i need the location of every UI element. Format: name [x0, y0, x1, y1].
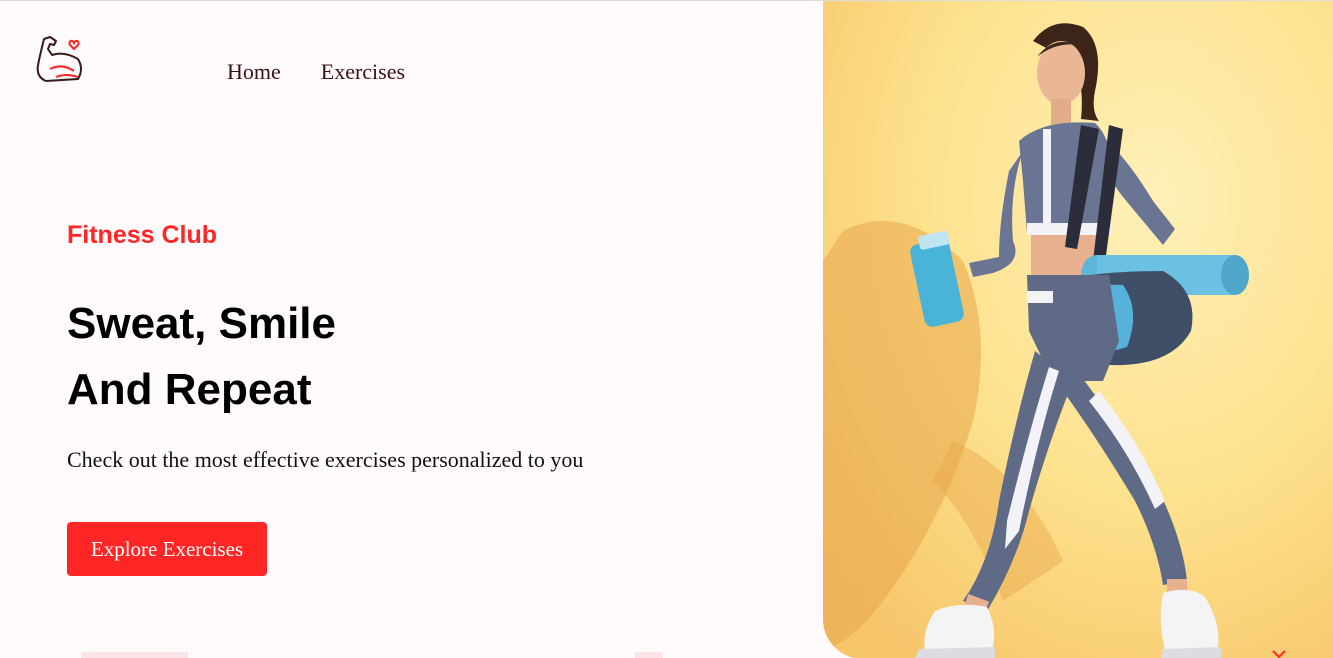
explore-exercises-button[interactable]: Explore Exercises — [67, 522, 267, 576]
landing-page: Home Exercises Fitness Club Sweat, Smile… — [0, 0, 1333, 658]
hero-banner-image — [823, 1, 1333, 658]
bicep-icon — [36, 36, 82, 82]
logo-bicep-heart-icon[interactable] — [34, 33, 88, 87]
heart-icon — [68, 39, 80, 51]
hero-headline: Sweat, Smile And Repeat — [67, 291, 336, 423]
hero-headline-line2: And Repeat — [67, 365, 312, 414]
nav-link-exercises[interactable]: Exercises — [321, 59, 405, 85]
nav-link-home[interactable]: Home — [227, 59, 281, 85]
hero-subtext: Check out the most effective exercises p… — [67, 447, 584, 472]
hero-eyebrow: Fitness Club — [67, 221, 218, 249]
hero-headline-line1: Sweat, Smile — [67, 299, 337, 348]
decorative-block-left — [81, 652, 188, 658]
main-nav: Home Exercises — [227, 59, 405, 85]
decorative-block-right — [635, 652, 663, 658]
woman-walking-image — [823, 1, 1333, 658]
